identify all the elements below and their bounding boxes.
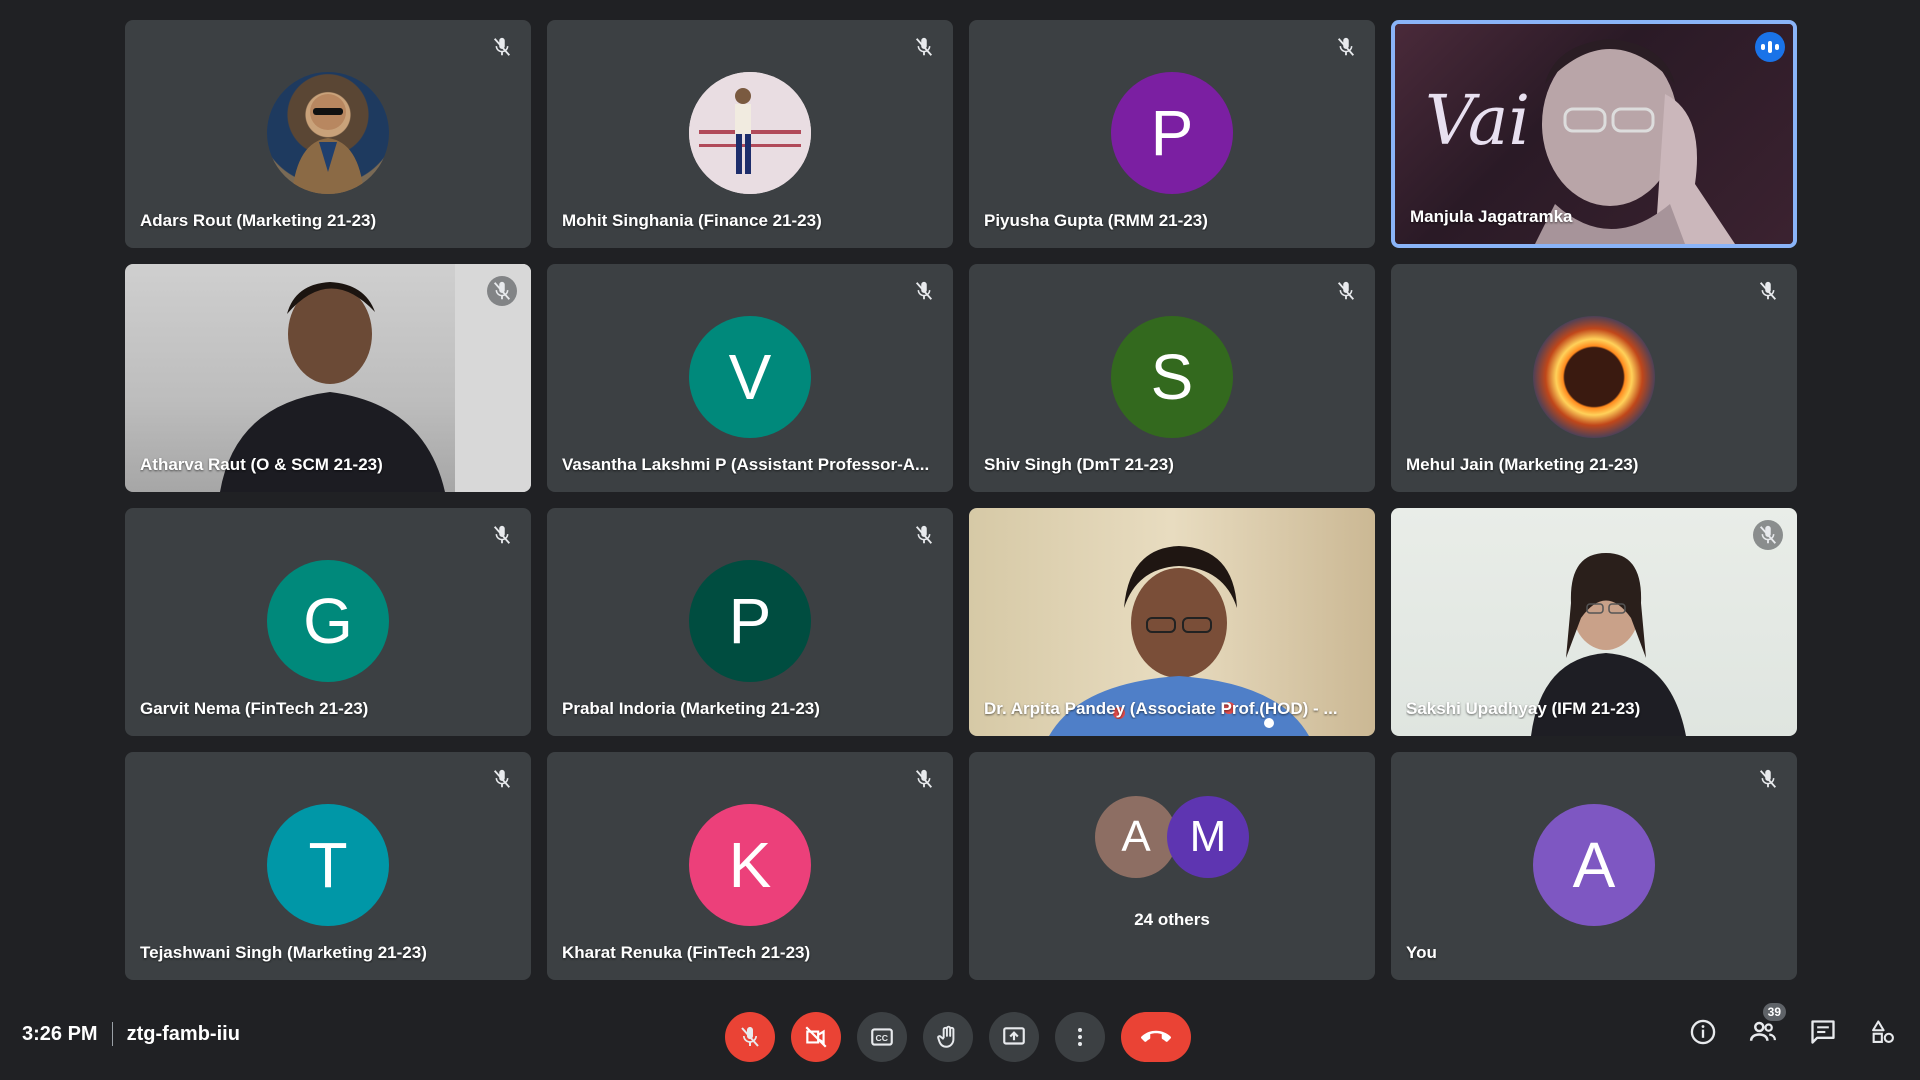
camera-toggle-button[interactable] bbox=[791, 1012, 841, 1062]
participant-tile-active-speaker[interactable]: Vai Manjula Jagatramka bbox=[1391, 20, 1797, 248]
others-count-label: 24 others bbox=[1134, 910, 1210, 929]
raise-hand-button[interactable] bbox=[923, 1012, 973, 1062]
participant-name: Manjula Jagatramka bbox=[1410, 207, 1573, 226]
activities-button[interactable] bbox=[1866, 1015, 1900, 1049]
participant-tile[interactable]: P Piyusha Gupta (RMM 21-23) bbox=[969, 20, 1375, 248]
participant-name: Garvit Nema (FinTech 21-23) bbox=[140, 699, 369, 718]
profile-photo-avatar bbox=[689, 72, 811, 194]
participant-name: Prabal Indoria (Marketing 21-23) bbox=[562, 699, 820, 718]
participant-name: You bbox=[1406, 943, 1437, 962]
mic-off-icon bbox=[487, 764, 517, 794]
raise-hand-icon bbox=[937, 1025, 955, 1048]
participant-grid: Adars Rout (Marketing 21-23) Mohit Singh… bbox=[125, 20, 1797, 980]
initial-avatar: P bbox=[689, 560, 811, 682]
participant-tile[interactable]: K Kharat Renuka (FinTech 21-23) bbox=[547, 752, 953, 980]
participant-name: Atharva Raut (O & SCM 21-23) bbox=[140, 455, 383, 474]
people-icon bbox=[1749, 1021, 1776, 1041]
mic-off-icon bbox=[487, 276, 517, 306]
captions-button[interactable]: CC bbox=[857, 1012, 907, 1062]
svg-text:Vai: Vai bbox=[1425, 82, 1530, 161]
participant-name: Kharat Renuka (FinTech 21-23) bbox=[562, 943, 811, 962]
participant-name: Dr. Arpita Pandey (Associate Prof.(HOD) … bbox=[984, 699, 1338, 718]
control-bar: 3:26 PM ztg-famb-iiu CC 39 bbox=[0, 1000, 1920, 1080]
mic-off-icon bbox=[909, 32, 939, 62]
meeting-details-button[interactable] bbox=[1686, 1015, 1720, 1049]
participant-name: Tejashwani Singh (Marketing 21-23) bbox=[140, 943, 427, 962]
participant-tile[interactable]: Dr. Arpita Pandey (Associate Prof.(HOD) … bbox=[969, 508, 1375, 736]
participant-tile[interactable]: T Tejashwani Singh (Marketing 21-23) bbox=[125, 752, 531, 980]
mic-off-icon bbox=[909, 764, 939, 794]
participant-name: Adars Rout (Marketing 21-23) bbox=[140, 211, 377, 230]
end-call-icon bbox=[1141, 1030, 1171, 1042]
initial-avatar: A bbox=[1095, 796, 1177, 878]
mic-off-icon bbox=[738, 1025, 762, 1049]
initial-avatar: M bbox=[1167, 796, 1249, 878]
people-count-badge: 39 bbox=[1762, 1003, 1786, 1021]
people-button[interactable]: 39 bbox=[1746, 1003, 1786, 1049]
mic-off-icon bbox=[1331, 276, 1361, 306]
mic-off-icon bbox=[1753, 520, 1783, 550]
initial-avatar: P bbox=[1111, 72, 1233, 194]
activities-icon bbox=[1872, 1020, 1894, 1043]
mic-off-icon bbox=[909, 276, 939, 306]
participant-name: Sakshi Upadhyay (IFM 21-23) bbox=[1406, 699, 1641, 718]
audio-level-icon bbox=[1755, 32, 1785, 62]
mic-off-icon bbox=[1753, 276, 1783, 306]
meeting-info: 3:26 PM ztg-famb-iiu bbox=[22, 1022, 240, 1046]
participant-tile[interactable]: Mohit Singhania (Finance 21-23) bbox=[547, 20, 953, 248]
participant-name: Mehul Jain (Marketing 21-23) bbox=[1406, 455, 1639, 474]
initial-avatar: G bbox=[267, 560, 389, 682]
participant-name: Mohit Singhania (Finance 21-23) bbox=[562, 211, 822, 230]
info-icon bbox=[1690, 1019, 1716, 1045]
mic-off-icon bbox=[487, 32, 517, 62]
others-tile[interactable]: A M 24 others bbox=[969, 752, 1375, 980]
participant-tile[interactable]: Sakshi Upadhyay (IFM 21-23) bbox=[1391, 508, 1797, 736]
profile-photo-avatar bbox=[267, 72, 389, 194]
chat-icon bbox=[1811, 1020, 1835, 1044]
self-tile[interactable]: A You bbox=[1391, 752, 1797, 980]
clock-time: 3:26 PM bbox=[22, 1022, 98, 1045]
call-controls: CC bbox=[725, 1012, 1191, 1062]
others-avatars: A M bbox=[1095, 796, 1249, 878]
mic-off-icon bbox=[909, 520, 939, 550]
participant-tile[interactable]: Mehul Jain (Marketing 21-23) bbox=[1391, 264, 1797, 492]
present-button[interactable] bbox=[989, 1012, 1039, 1062]
initial-avatar: K bbox=[689, 804, 811, 926]
present-icon bbox=[1003, 1027, 1025, 1045]
leave-call-button[interactable] bbox=[1121, 1012, 1191, 1062]
participant-tile[interactable]: P Prabal Indoria (Marketing 21-23) bbox=[547, 508, 953, 736]
participant-name: Shiv Singh (DmT 21-23) bbox=[984, 455, 1174, 474]
initial-avatar: S bbox=[1111, 316, 1233, 438]
divider bbox=[111, 1022, 113, 1046]
participant-tile[interactable]: Atharva Raut (O & SCM 21-23) bbox=[125, 264, 531, 492]
captions-icon: CC bbox=[871, 1028, 893, 1046]
initial-avatar: A bbox=[1533, 804, 1655, 926]
participant-name: Piyusha Gupta (RMM 21-23) bbox=[984, 211, 1208, 230]
more-options-button[interactable] bbox=[1055, 1012, 1105, 1062]
initial-avatar: V bbox=[689, 316, 811, 438]
meeting-code[interactable]: ztg-famb-iiu bbox=[127, 1023, 240, 1046]
svg-text:CC: CC bbox=[876, 1033, 889, 1043]
mic-off-icon bbox=[1753, 764, 1783, 794]
participant-tile[interactable]: Adars Rout (Marketing 21-23) bbox=[125, 20, 531, 248]
profile-photo-avatar bbox=[1533, 316, 1655, 438]
participant-tile[interactable]: G Garvit Nema (FinTech 21-23) bbox=[125, 508, 531, 736]
participant-tile[interactable]: V Vasantha Lakshmi P (Assistant Professo… bbox=[547, 264, 953, 492]
mic-off-icon bbox=[1331, 32, 1361, 62]
mic-toggle-button[interactable] bbox=[725, 1012, 775, 1062]
more-vert-icon bbox=[1078, 1028, 1082, 1046]
camera-off-icon bbox=[805, 1026, 827, 1048]
participant-tile[interactable]: S Shiv Singh (DmT 21-23) bbox=[969, 264, 1375, 492]
side-controls: 39 bbox=[1686, 1003, 1900, 1049]
participant-name: Vasantha Lakshmi P (Assistant Professor-… bbox=[562, 455, 930, 474]
mic-off-icon bbox=[487, 520, 517, 550]
initial-avatar: T bbox=[267, 804, 389, 926]
chat-button[interactable] bbox=[1806, 1015, 1840, 1049]
